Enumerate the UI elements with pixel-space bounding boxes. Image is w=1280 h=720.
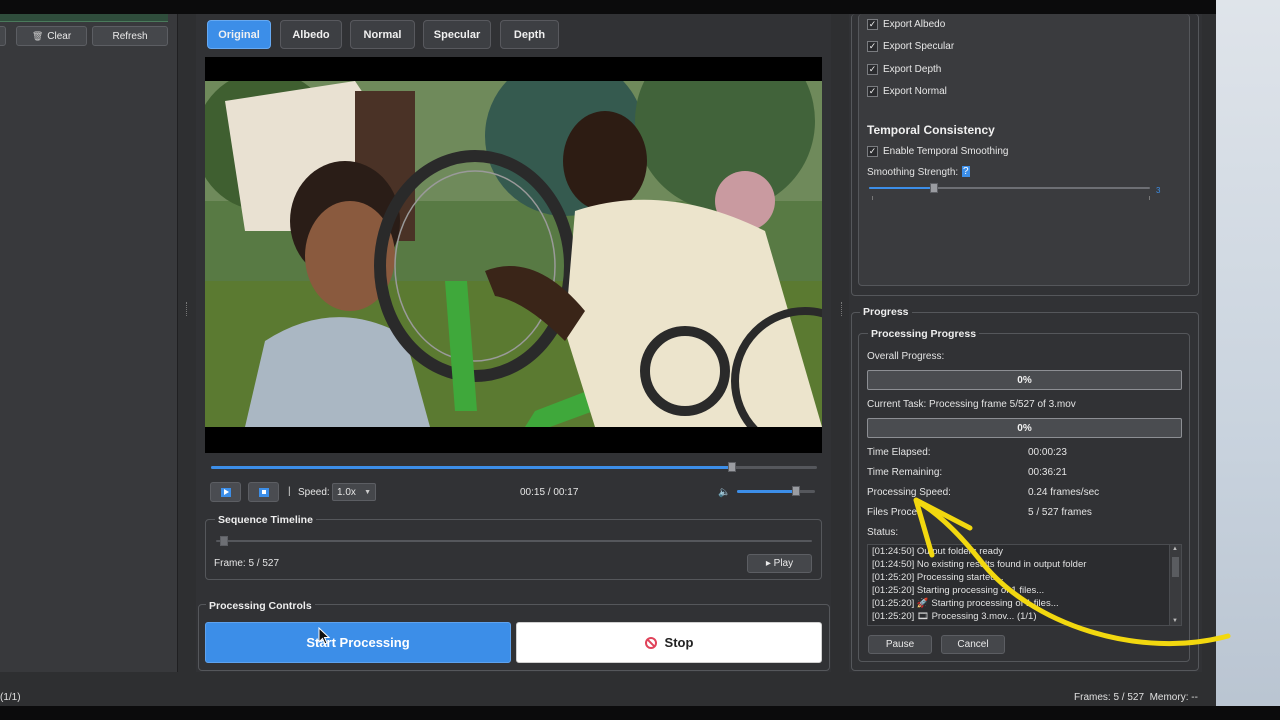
mouse-cursor-icon [318,627,330,645]
annotation-arrow-overlay [913,497,1231,647]
